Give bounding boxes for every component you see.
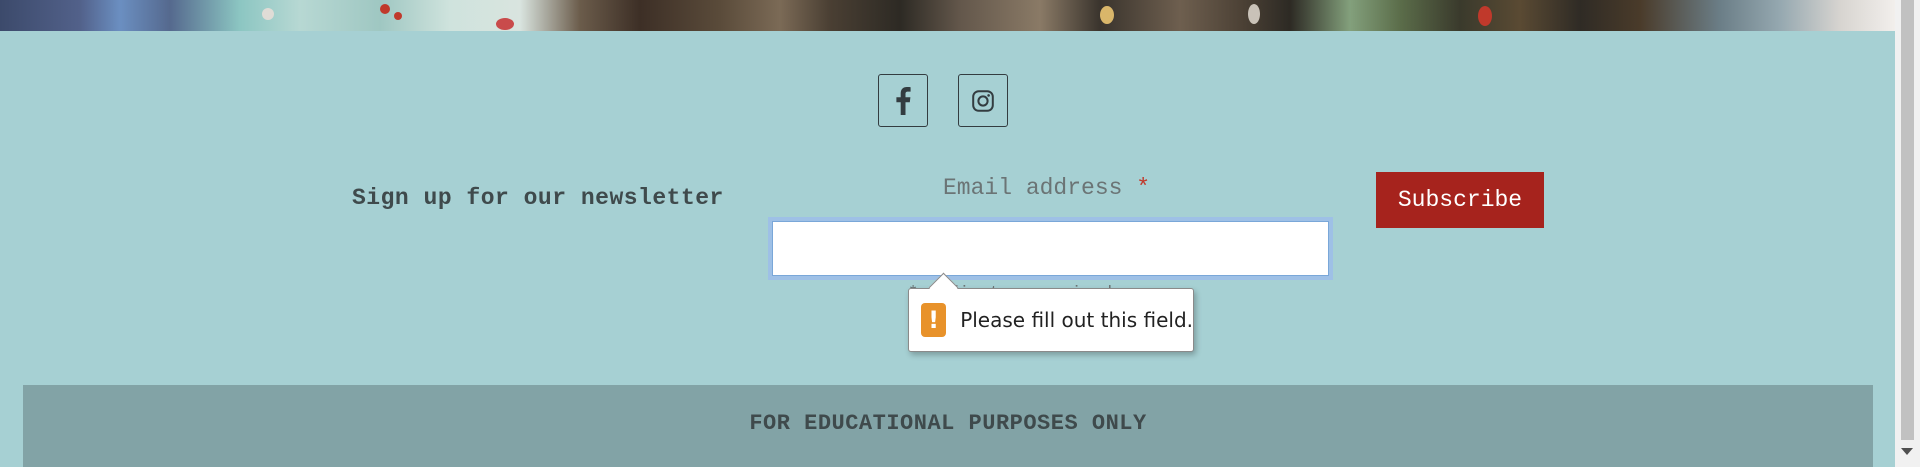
instagram-link[interactable] — [958, 74, 1008, 127]
footer-disclaimer: FOR EDUCATIONAL PURPOSES ONLY — [749, 411, 1147, 436]
facebook-icon — [896, 86, 911, 115]
email-input[interactable] — [768, 217, 1333, 280]
header-photo-strip — [0, 0, 1895, 31]
required-marker: * — [1136, 175, 1151, 201]
validation-tooltip: ! Please fill out this field. — [908, 272, 1194, 352]
newsletter-heading: Sign up for our newsletter — [352, 185, 724, 211]
facebook-link[interactable] — [878, 74, 928, 127]
page: Sign up for our newsletter Email address… — [0, 0, 1895, 467]
footer-banner: FOR EDUCATIONAL PURPOSES ONLY — [23, 385, 1873, 467]
scroll-down-arrow-icon[interactable] — [1901, 448, 1913, 455]
email-label-text: Email address — [943, 175, 1123, 201]
subscribe-button[interactable]: Subscribe — [1376, 172, 1544, 228]
warning-icon: ! — [921, 303, 947, 337]
email-label: Email address * — [943, 175, 1150, 201]
scrollbar-thumb[interactable] — [1901, 0, 1914, 440]
instagram-icon — [972, 89, 994, 112]
scrollbar[interactable] — [1895, 0, 1920, 467]
validation-message: Please fill out this field. — [960, 308, 1193, 332]
